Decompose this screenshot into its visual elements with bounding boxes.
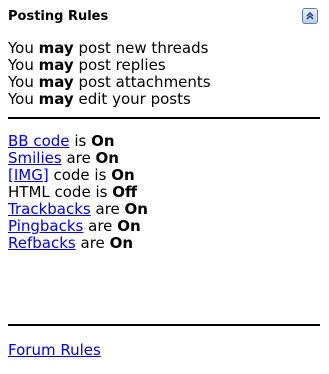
status-value: On [111, 166, 135, 184]
collapse-icon[interactable] [302, 8, 318, 24]
permissions-list: You may post new threads You may post re… [8, 40, 211, 108]
pingbacks-link[interactable]: Pingbacks [8, 217, 83, 235]
setting-refbacks: Refbacks are On [8, 234, 133, 252]
panel-footer: Forum Rules [8, 340, 101, 359]
bb-code-link[interactable]: BB code [8, 132, 70, 150]
status-value: On [117, 217, 141, 235]
setting-smilies: Smilies are On [8, 149, 119, 167]
permission-post-attachments: You may post attachments [8, 73, 211, 91]
panel-header: Posting Rules [8, 8, 321, 28]
setting-pingbacks: Pingbacks are On [8, 217, 141, 235]
permission-post-threads: You may post new threads [8, 39, 209, 57]
panel-title: Posting Rules [8, 9, 109, 24]
code-settings-list: BB code is On Smilies are On [IMG] code … [8, 133, 148, 252]
posting-rules-panel: Posting Rules You may post new threads Y… [0, 0, 329, 374]
status-value: Off [112, 183, 138, 201]
img-code-link[interactable]: [IMG] [8, 166, 49, 184]
trackbacks-link[interactable]: Trackbacks [8, 200, 91, 218]
setting-html-code: HTML code is Off [8, 183, 138, 201]
divider [8, 324, 320, 326]
html-code-label: HTML code [8, 183, 91, 201]
smilies-link[interactable]: Smilies [8, 149, 62, 167]
setting-bb-code: BB code is On [8, 132, 115, 150]
status-value: On [109, 234, 133, 252]
setting-img-code: [IMG] code is On [8, 166, 135, 184]
refbacks-link[interactable]: Refbacks [8, 234, 76, 252]
divider [8, 117, 320, 119]
setting-trackbacks: Trackbacks are On [8, 200, 148, 218]
forum-rules-link[interactable]: Forum Rules [8, 341, 101, 359]
status-value: On [95, 149, 119, 167]
status-value: On [124, 200, 148, 218]
permission-post-replies: You may post replies [8, 56, 166, 74]
status-value: On [91, 132, 115, 150]
permission-edit-posts: You may edit your posts [8, 90, 191, 108]
